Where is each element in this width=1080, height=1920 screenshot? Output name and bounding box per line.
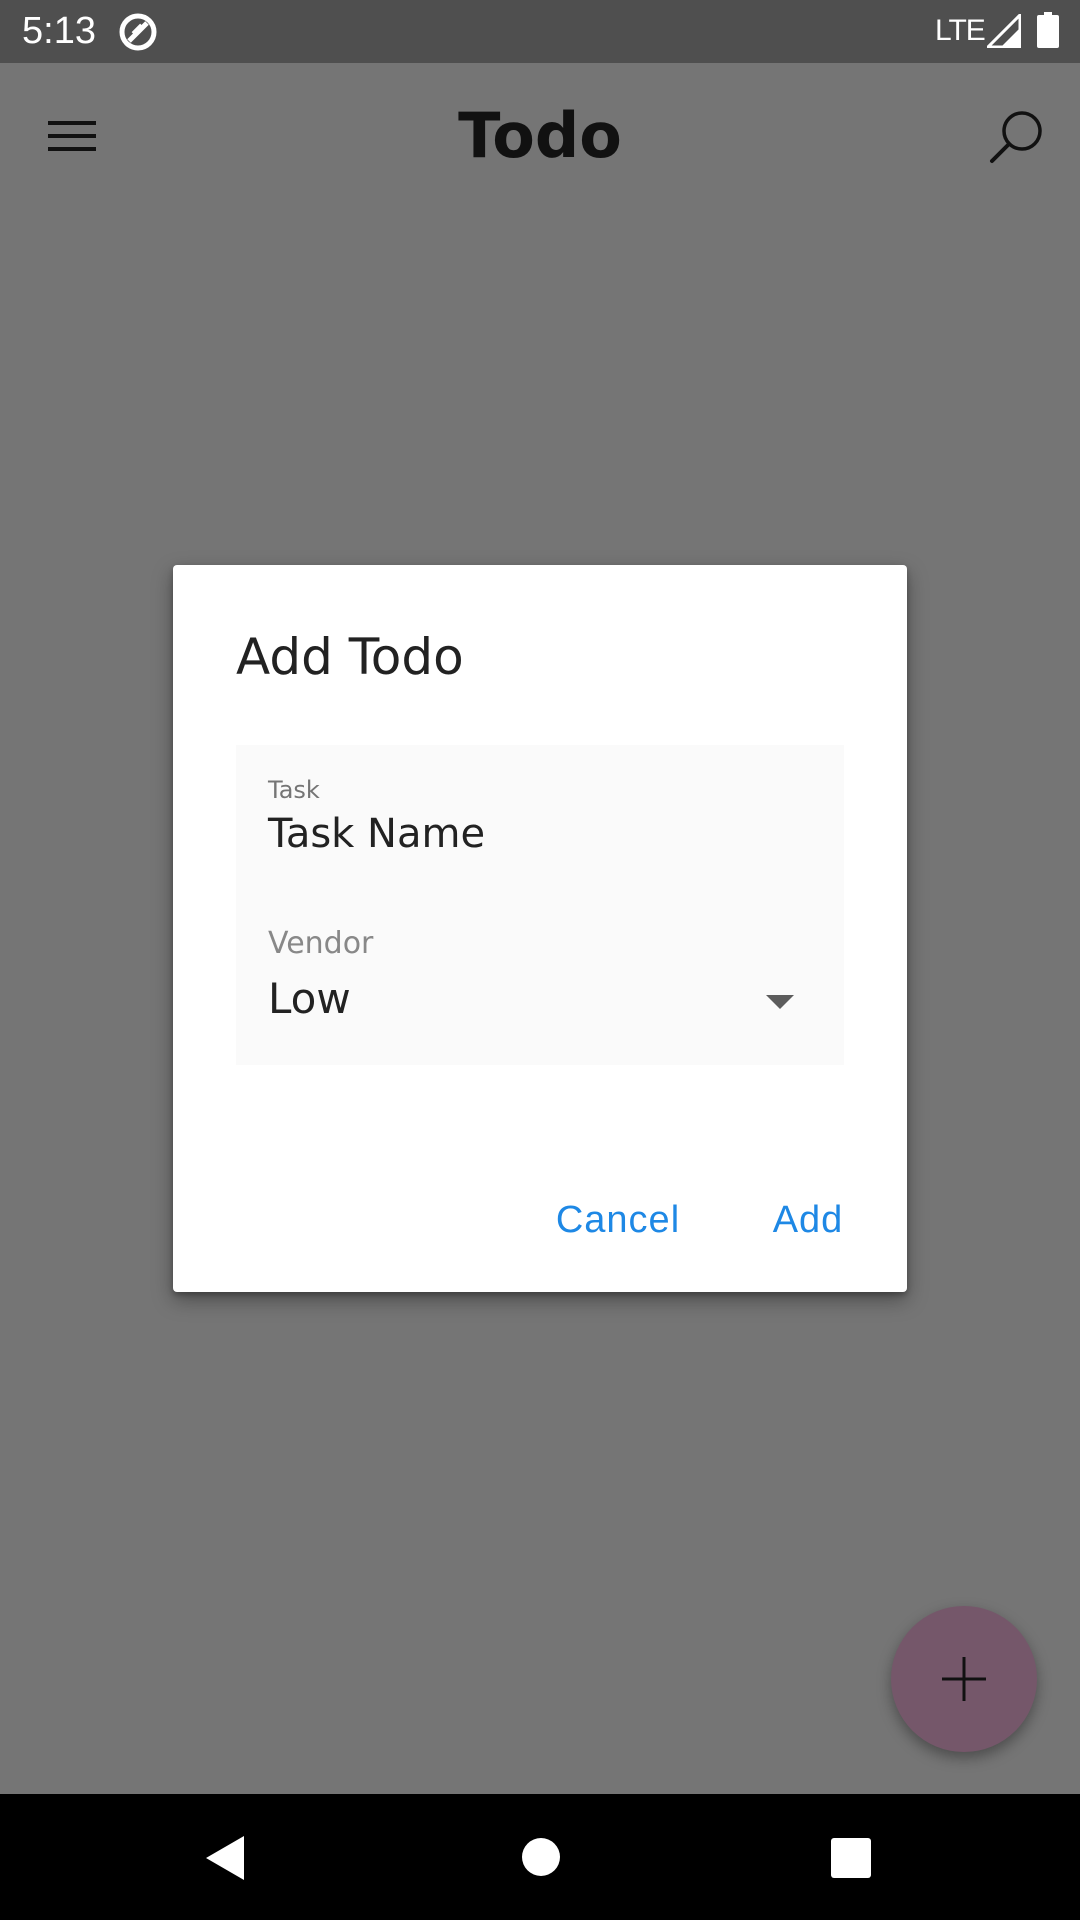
app-bar: Todo — [0, 63, 1080, 209]
add-todo-fab[interactable] — [891, 1606, 1037, 1752]
vendor-selected-value: Low — [268, 974, 351, 1023]
dropdown-arrow-icon — [766, 995, 794, 1009]
add-button[interactable]: Add — [758, 1185, 858, 1255]
add-todo-dialog: Add Todo Task Task Name Vendor Low Cance… — [173, 565, 907, 1292]
status-bar: 5:13 LTE — [0, 0, 1080, 63]
task-input[interactable]: Task Name — [268, 809, 485, 859]
vendor-select[interactable]: Low — [268, 967, 828, 1031]
recents-icon[interactable] — [831, 1838, 871, 1878]
form-area: Task Task Name Vendor Low — [236, 745, 844, 1065]
navigation-bar — [0, 1794, 1080, 1920]
data-saver-icon — [119, 13, 157, 51]
dialog-title: Add Todo — [236, 628, 464, 686]
cancel-button[interactable]: Cancel — [548, 1185, 688, 1255]
home-icon[interactable] — [521, 1837, 561, 1877]
back-icon[interactable] — [204, 1834, 248, 1882]
network-type: LTE — [935, 14, 986, 47]
signal-icon — [987, 14, 1021, 48]
vendor-field-label: Vendor — [268, 926, 374, 961]
search-icon[interactable] — [988, 107, 1046, 165]
battery-icon — [1037, 12, 1059, 48]
status-time: 5:13 — [22, 10, 96, 52]
plus-icon — [942, 1657, 986, 1701]
task-field-label: Task — [268, 776, 320, 804]
app-title: Todo — [458, 99, 622, 172]
